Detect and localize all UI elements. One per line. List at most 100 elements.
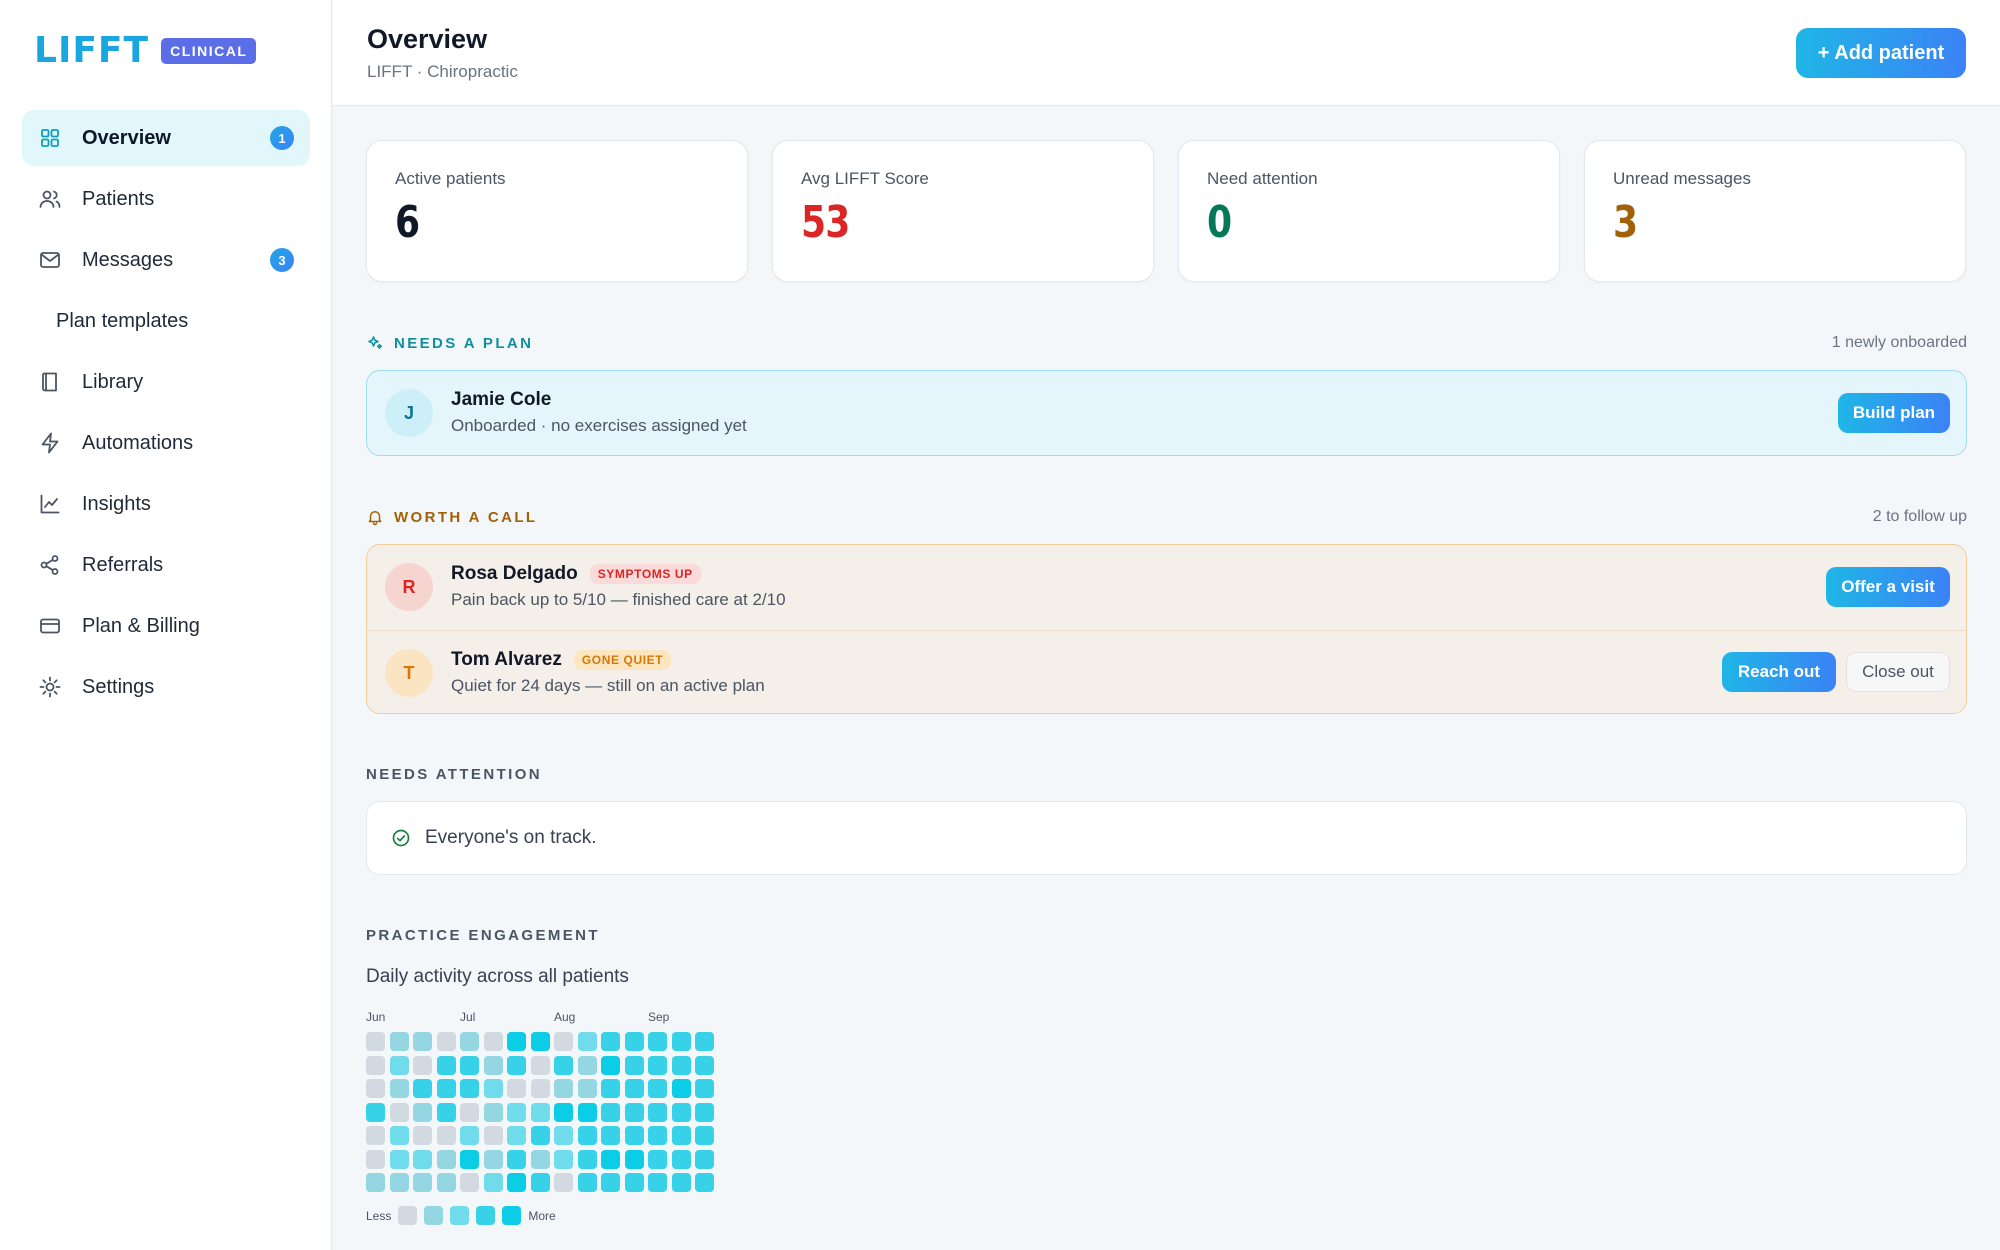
sidebar-item-plan-billing[interactable]: Plan & Billing (22, 598, 310, 654)
stat-card-avg-lifft-score: Avg LIFFT Score 53 (772, 140, 1154, 282)
stat-value: 3 (1613, 197, 1638, 248)
needs-attention-title: NEEDS ATTENTION (366, 766, 543, 783)
heatmap-cell (366, 1079, 385, 1098)
sidebar-item-messages[interactable]: Messages 3 (22, 232, 310, 288)
logo[interactable]: LIFFT CLINICAL (34, 30, 257, 71)
heatmap-cell (554, 1079, 573, 1098)
heatmap-cell (554, 1032, 573, 1051)
patient-name-text: Tom Alvarez (451, 649, 562, 670)
heatmap-cell (483, 1032, 503, 1051)
stat-label: Avg LIFFT Score (801, 169, 929, 188)
stat-card-need-attention: Need attention 0 (1178, 140, 1560, 282)
heatmap-cell (366, 1032, 385, 1051)
build-plan-button[interactable]: Build plan (1838, 393, 1950, 433)
heatmap-cell (436, 1079, 456, 1098)
sidebar-item-library[interactable]: Library (22, 354, 310, 410)
heatmap-cell (530, 1055, 550, 1075)
heatmap-cell (413, 1126, 432, 1145)
stat-card-unread-messages: Unread messages 3 (1584, 140, 1966, 282)
sidebar-item-referrals[interactable]: Referrals (22, 537, 310, 593)
heatmap-cell (577, 1055, 597, 1075)
heatmap-cell (577, 1173, 597, 1192)
heatmap-cell (671, 1102, 691, 1122)
plan-card[interactable]: J Jamie Cole Onboarded · no exercises as… (366, 370, 1967, 456)
heatmap-cell (577, 1102, 597, 1122)
legend-swatch (476, 1206, 496, 1225)
patient-name[interactable]: Jamie Cole (451, 389, 551, 411)
legend-swatch (424, 1206, 444, 1225)
heatmap-cell (460, 1126, 479, 1145)
heatmap-cell (413, 1079, 432, 1098)
call-card: R Rosa Delgado SYMPTOMS UP Pain back up … (366, 544, 1967, 714)
grid-icon (38, 126, 62, 150)
needs-plan-meta: 1 newly onboarded (1831, 334, 1967, 351)
legend-swatch (502, 1206, 522, 1225)
offer-visit-button[interactable]: Offer a visit (1826, 567, 1950, 607)
patient-name-text: Rosa Delgado (451, 563, 578, 584)
close-out-button[interactable]: Close out (1846, 652, 1950, 692)
heatmap-cell (530, 1173, 550, 1192)
add-patient-button[interactable]: + Add patient (1796, 28, 1966, 78)
heatmap-cell (554, 1149, 573, 1169)
heatmap-cell (554, 1055, 573, 1075)
heatmap-cell (671, 1079, 691, 1098)
heatmap-cell (366, 1149, 385, 1169)
worth-call-title: WORTH A CALL (366, 508, 538, 526)
list-item[interactable]: T Tom Alvarez GONE QUIET Quiet for 24 da… (367, 630, 1966, 713)
sidebar-item-label: Patients (82, 187, 155, 210)
heatmap-legend: Less More (366, 1206, 556, 1225)
check-circle-icon (392, 829, 410, 847)
sidebar-item-plan-templates[interactable]: Plan templates (22, 293, 310, 349)
patient-desc: Onboarded · no exercises assigned yet (451, 416, 747, 435)
heatmap-cell (483, 1055, 503, 1075)
patient-name[interactable]: Tom Alvarez GONE QUIET (451, 649, 672, 671)
list-item[interactable]: R Rosa Delgado SYMPTOMS UP Pain back up … (367, 545, 1966, 630)
count-badge: 3 (270, 248, 294, 272)
stat-value: 0 (1207, 197, 1232, 248)
heatmap-cell (389, 1126, 409, 1145)
sidebar-item-label: Automations (82, 431, 194, 454)
sidebar-item-settings[interactable]: Settings (22, 659, 310, 715)
heatmap-cell (460, 1149, 479, 1169)
heatmap-cell (648, 1149, 667, 1169)
sidebar-item-insights[interactable]: Insights (22, 476, 310, 532)
stat-value: 53 (801, 197, 850, 248)
patient-name[interactable]: Rosa Delgado SYMPTOMS UP (451, 563, 701, 585)
heatmap-cell (507, 1032, 526, 1051)
stat-value: 6 (395, 197, 420, 248)
heatmap-cell (695, 1173, 714, 1192)
users-icon (38, 187, 62, 211)
worth-call-label: WORTH A CALL (394, 508, 538, 526)
heatmap-cell (648, 1079, 667, 1098)
heatmap-cell (601, 1055, 620, 1075)
heatmap-cell (483, 1173, 503, 1192)
sidebar-item-automations[interactable]: Automations (22, 415, 310, 471)
heatmap-cell (554, 1126, 573, 1145)
heatmap-cell (530, 1102, 550, 1122)
heatmap-cell (648, 1126, 667, 1145)
heatmap-cell (671, 1055, 691, 1075)
reach-out-button[interactable]: Reach out (1722, 652, 1836, 692)
bolt-icon (38, 431, 62, 455)
heatmap-cell (389, 1079, 409, 1098)
heatmap-cell (624, 1079, 644, 1098)
heatmap-cell (601, 1149, 620, 1169)
heatmap-cell (413, 1102, 432, 1122)
heatmap-cell (624, 1149, 644, 1169)
sidebar-item-overview[interactable]: Overview 1 (22, 110, 310, 166)
heatmap-cell (624, 1032, 644, 1051)
heatmap-cell (601, 1079, 620, 1098)
month-label: Jul (460, 1010, 476, 1024)
sidebar-item-label: Plan templates (56, 309, 189, 332)
bell-icon (368, 511, 382, 526)
sidebar-item-patients[interactable]: Patients (22, 171, 310, 227)
page-title: Overview (367, 24, 488, 54)
sidebar-item-label: Plan & Billing (82, 614, 200, 637)
heatmap-cell (695, 1079, 714, 1098)
heatmap-cell (460, 1055, 479, 1075)
heatmap-cell (483, 1149, 503, 1169)
sidebar-item-label: Insights (82, 492, 151, 515)
heatmap-cell (577, 1079, 597, 1098)
engagement-title: PRACTICE ENGAGEMENT (366, 927, 600, 944)
status-badge: SYMPTOMS UP (589, 564, 701, 584)
